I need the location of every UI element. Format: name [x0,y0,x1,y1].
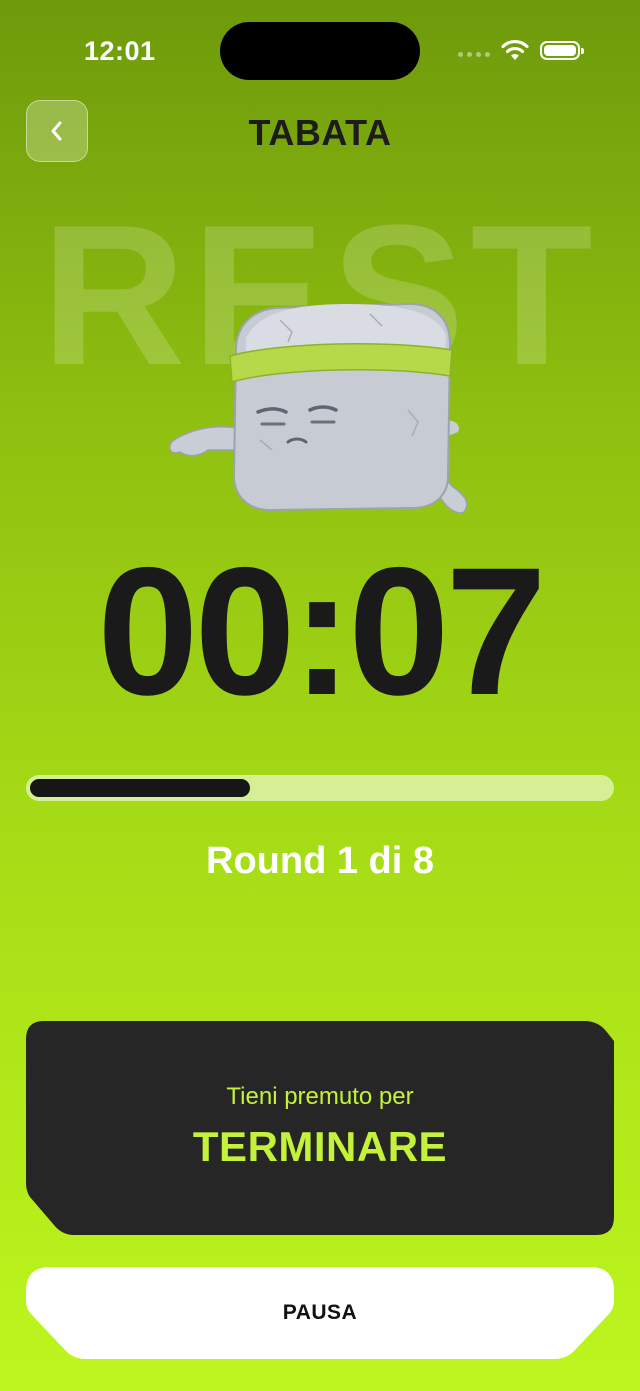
pause-label: PAUSA [282,1301,358,1324]
dynamic-island [220,22,420,80]
hold-hint: Tieni premuto per [226,1083,414,1110]
stone-cube-mascot [169,302,468,514]
hold-to-end-button[interactable]: Tieni premuto per TERMINARE [26,1021,614,1235]
round-progress-bar [26,775,614,801]
round-progress-fill [30,779,250,797]
battery-icon [540,41,584,60]
cellular-signal-icon [458,52,490,57]
status-time: 12:01 [84,36,156,66]
countdown-timer: 00:07 [97,529,547,733]
page-title: TABATA [248,112,392,153]
wifi-icon [501,39,529,60]
round-counter: Round 1 di 8 [206,840,434,882]
end-action-label: TERMINARE [192,1123,448,1170]
pause-button[interactable]: PAUSA [26,1267,614,1359]
status-bar: 12:01 [0,0,640,100]
